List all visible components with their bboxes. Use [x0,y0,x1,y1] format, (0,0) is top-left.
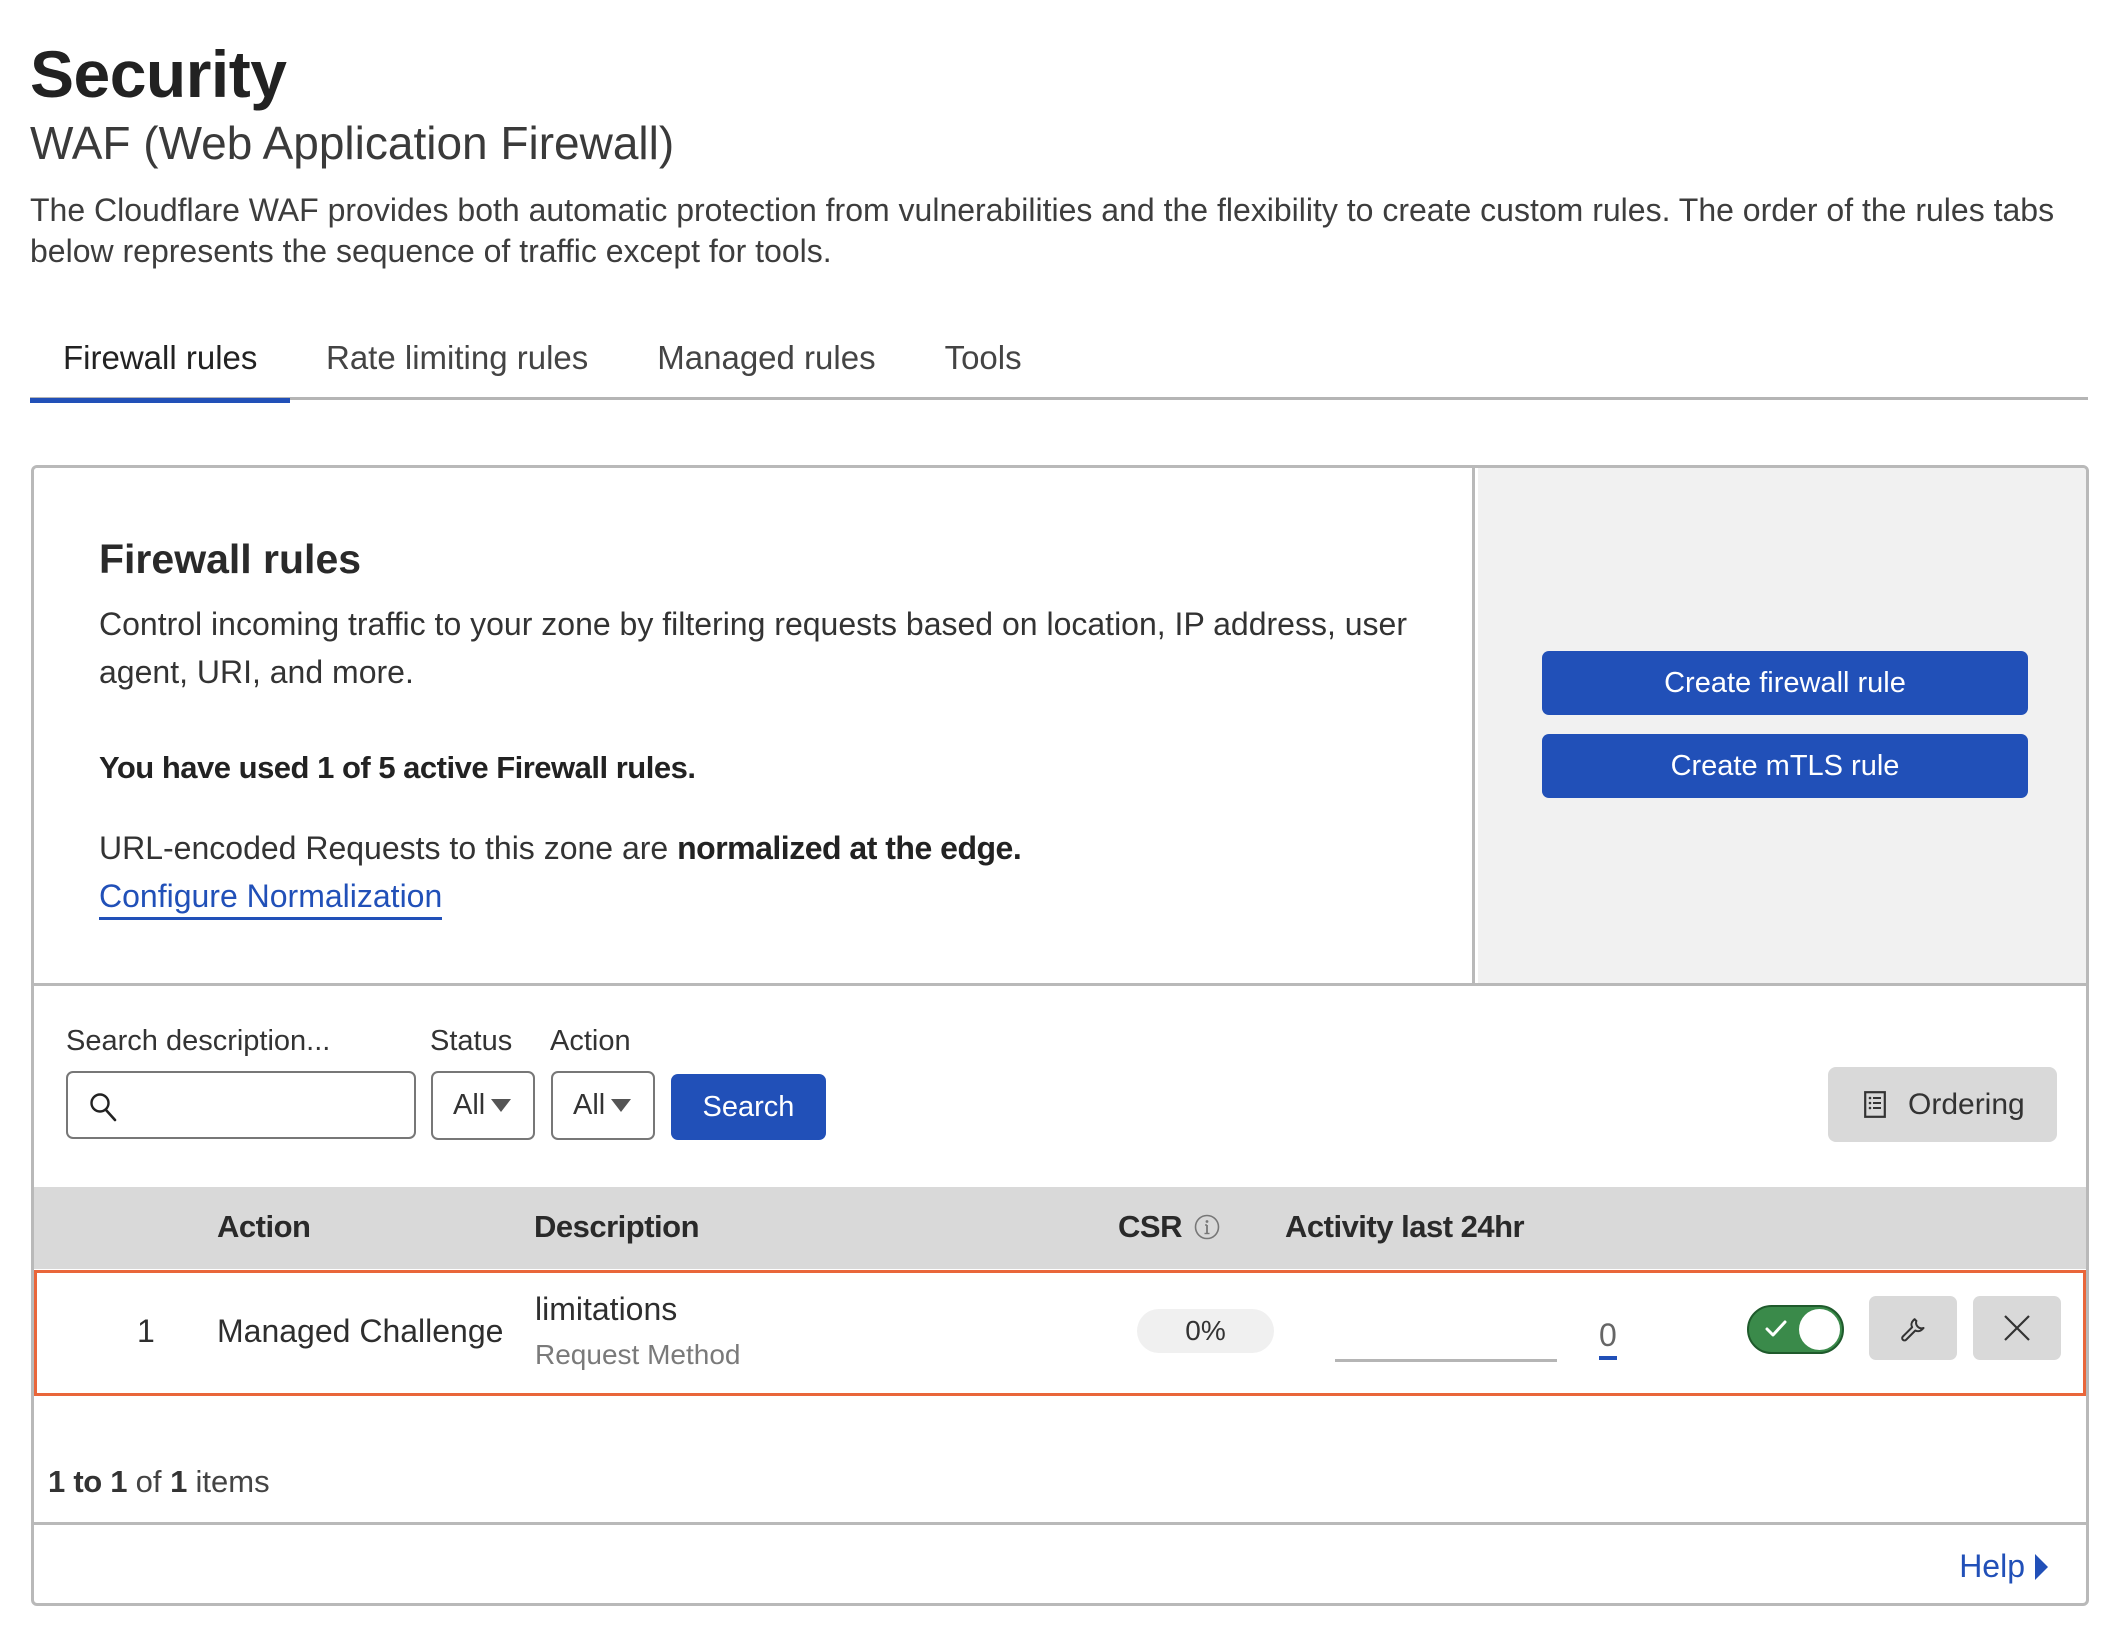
table-header: Action Description CSR Activity last 24h… [34,1187,2086,1269]
info-panel: Firewall rules Control incoming traffic … [34,468,1475,983]
caret-right-icon [2035,1553,2048,1580]
tab-label: Firewall rules [63,339,258,376]
normalization-prefix: URL-encoded Requests to this zone are [99,830,678,866]
search-button[interactable]: Search [671,1074,826,1140]
create-mtls-rule-button[interactable]: Create mTLS rule [1542,734,2028,798]
close-icon [2004,1315,2030,1341]
ordering-label: Ordering [1908,1087,2025,1121]
activity-count-link[interactable]: 0 [1599,1317,1617,1360]
search-input[interactable] [132,1081,402,1129]
pagination-total: 1 [170,1464,187,1499]
rule-order: 1 [137,1313,155,1349]
search-label: Search description... [66,1025,331,1057]
section-title: Firewall rules [99,536,362,582]
page-title: Security [30,37,287,111]
action-label: Action [550,1025,631,1057]
list-icon [1864,1091,1886,1118]
help-label: Help [1959,1548,2025,1584]
search-icon [90,1093,117,1122]
action-select[interactable]: All [551,1071,655,1140]
tab-bar: Firewall rules Rate limiting rules Manag… [30,318,2088,403]
rule-description: limitations [535,1291,678,1327]
pagination-items-word: items [195,1464,270,1499]
edit-rule-button[interactable] [1869,1296,1957,1360]
wrench-icon [1901,1318,1925,1342]
card-top-section: Firewall rules Control incoming traffic … [34,468,2086,986]
ordering-button[interactable]: Ordering [1828,1067,2057,1142]
action-select-value: All [573,1089,606,1121]
info-icon[interactable] [1194,1214,1220,1240]
activity-sparkline [1335,1359,1557,1362]
csr-badge: 0% [1137,1309,1274,1353]
caret-down-icon [611,1099,632,1112]
pagination-to-word: to [73,1464,102,1499]
tab-label: Tools [944,339,1022,376]
card-footer-divider [34,1522,2086,1525]
tab-label: Managed rules [657,339,876,376]
column-header-csr: CSR [1118,1209,1220,1245]
tab-managed-rules[interactable]: Managed rules [621,318,908,400]
section-description: Control incoming traffic to your zone by… [99,606,1407,690]
tab-label: Rate limiting rules [326,339,589,376]
toggle-knob [1799,1309,1840,1350]
delete-rule-button[interactable] [1973,1296,2061,1360]
table-row[interactable]: 1 Managed Challenge limitations Request … [34,1270,2086,1396]
tab-firewall-rules[interactable]: Firewall rules [30,318,290,403]
column-header-activity: Activity last 24hr [1285,1209,1525,1244]
rule-enabled-toggle[interactable] [1747,1305,1844,1354]
create-firewall-rule-button[interactable]: Create firewall rule [1542,651,2028,715]
csr-label: CSR [1118,1209,1182,1244]
normalization-text: URL-encoded Requests to this zone are no… [99,830,1022,867]
firewall-rules-card: Firewall rules Control incoming traffic … [31,465,2089,1606]
check-icon [1765,1320,1787,1337]
normalization-bold: normalized at the edge. [677,830,1022,866]
tab-tools[interactable]: Tools [909,318,1055,400]
rule-description-sub: Request Method [535,1339,741,1370]
help-link[interactable]: Help [1959,1548,2048,1585]
configure-normalization-link[interactable]: Configure Normalization [99,878,443,920]
page-subtitle: WAF (Web Application Firewall) [30,117,675,169]
rule-action: Managed Challenge [217,1313,504,1349]
page-description: The Cloudflare WAF provides both automat… [30,192,2055,269]
pagination-from: 1 [48,1464,65,1499]
pagination-summary: 1 to 1 of 1 items [48,1464,270,1500]
status-label: Status [430,1025,513,1057]
actions-panel: Create firewall rule Create mTLS rule [1478,468,2086,983]
column-header-action[interactable]: Action [217,1209,311,1245]
tab-rate-limiting-rules[interactable]: Rate limiting rules [290,318,621,400]
search-field [66,1071,416,1139]
column-header-description[interactable]: Description [534,1209,700,1245]
status-select[interactable]: All [431,1071,535,1140]
usage-text: You have used 1 of 5 active Firewall rul… [99,750,696,785]
pagination-to: 1 [110,1464,128,1499]
status-select-value: All [453,1089,486,1121]
pagination-of-word: of [135,1464,162,1499]
caret-down-icon [491,1099,512,1112]
